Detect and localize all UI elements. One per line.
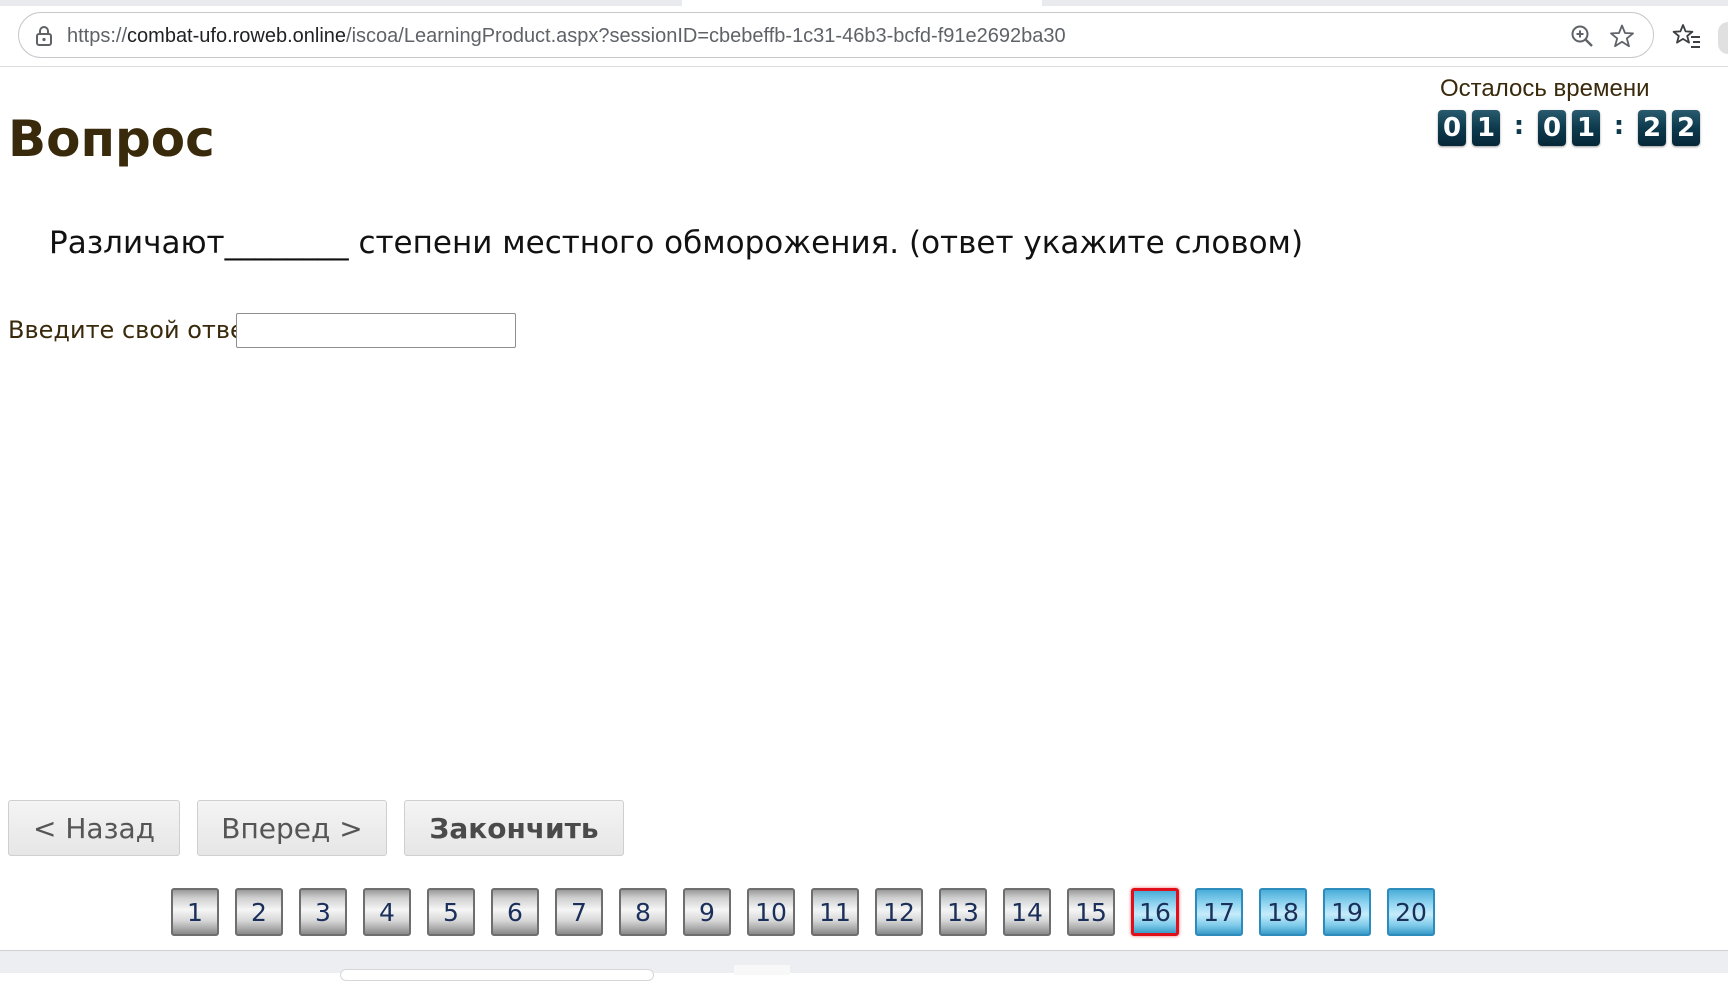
question-button[interactable]: 2 [235, 888, 283, 936]
lock-icon[interactable] [33, 25, 55, 47]
taskbar-search[interactable] [340, 969, 654, 981]
taskbar-item[interactable] [734, 965, 790, 975]
question-text: Различают________ степени местного обмор… [49, 225, 1304, 261]
star-icon[interactable] [1609, 23, 1635, 49]
url-host: combat-ufo.roweb.online [127, 25, 347, 47]
finish-button[interactable]: Закончить [404, 800, 624, 856]
bottom-taskbar-strip [0, 950, 1728, 981]
answer-label: Введите свой ответ [8, 316, 259, 344]
favorites-list-icon[interactable] [1672, 22, 1702, 52]
timer-separator: : [1613, 111, 1625, 141]
question-button[interactable]: 5 [427, 888, 475, 936]
question-button[interactable]: 12 [875, 888, 923, 936]
question-button[interactable]: 19 [1323, 888, 1371, 936]
zoom-icon[interactable] [1569, 23, 1595, 49]
time-remaining-label: Осталось времени [1440, 75, 1650, 102]
question-button[interactable]: 9 [683, 888, 731, 936]
question-button[interactable]: 18 [1259, 888, 1307, 936]
question-button[interactable]: 10 [747, 888, 795, 936]
question-button[interactable]: 8 [619, 888, 667, 936]
timer-digit: 0 [1438, 110, 1466, 146]
question-button[interactable]: 11 [811, 888, 859, 936]
timer-digit: 2 [1638, 110, 1666, 146]
question-button[interactable]: 1 [171, 888, 219, 936]
timer-digit: 1 [1572, 110, 1600, 146]
question-button[interactable]: 20 [1387, 888, 1435, 936]
url-path: /iscoa/LearningProduct.aspx?sessionID=cb… [346, 25, 1066, 47]
question-button[interactable]: 7 [555, 888, 603, 936]
question-button[interactable]: 14 [1003, 888, 1051, 936]
question-button[interactable]: 4 [363, 888, 411, 936]
back-button[interactable]: < Назад [8, 800, 180, 856]
next-button[interactable]: Вперед > [197, 800, 387, 856]
question-button[interactable]: 15 [1067, 888, 1115, 936]
question-button-current[interactable]: 16 [1131, 888, 1179, 936]
question-button[interactable]: 3 [299, 888, 347, 936]
url-scheme: https:// [67, 25, 128, 47]
url-text[interactable]: https://combat-ufo.roweb.online/iscoa/Le… [67, 25, 1066, 48]
question-button[interactable]: 17 [1195, 888, 1243, 936]
address-bar[interactable]: https://combat-ufo.roweb.online/iscoa/Le… [18, 12, 1654, 58]
answer-input[interactable] [236, 313, 516, 348]
profile-button[interactable] [1718, 22, 1728, 54]
question-button[interactable]: 13 [939, 888, 987, 936]
question-button[interactable]: 6 [491, 888, 539, 936]
browser-toolbar: https://combat-ufo.roweb.online/iscoa/Le… [0, 6, 1728, 67]
timer-separator: : [1513, 111, 1525, 141]
timer-digit: 1 [1472, 110, 1500, 146]
timer-digit: 0 [1538, 110, 1566, 146]
countdown-timer: 0 1 : 0 1 : 2 2 [1438, 108, 1706, 148]
page-title: Вопрос [8, 110, 215, 168]
timer-digit: 2 [1672, 110, 1700, 146]
